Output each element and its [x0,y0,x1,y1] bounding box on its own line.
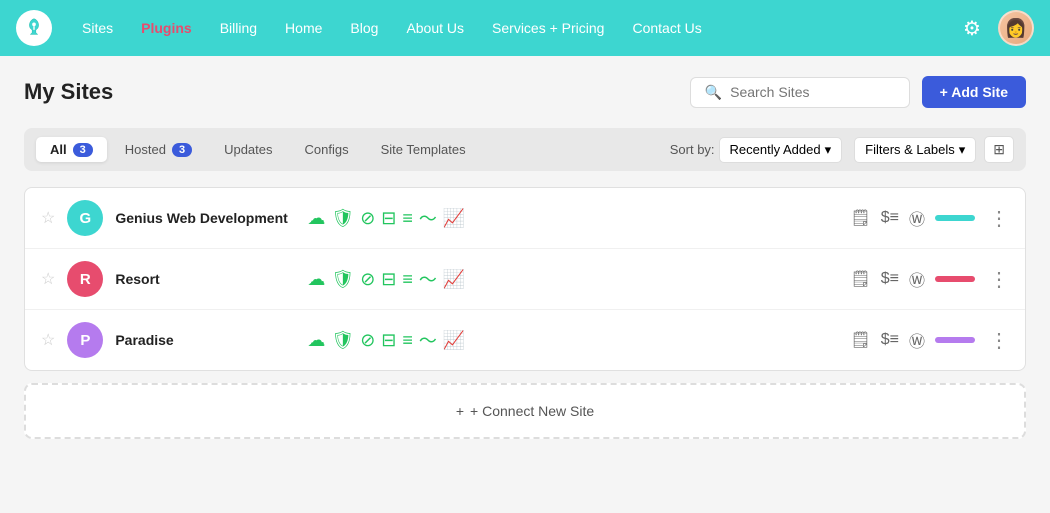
bolt-icon[interactable]: ⊘ [360,269,375,290]
star-icon[interactable]: ☆ [41,330,55,350]
avatar: G [67,200,103,236]
all-count-badge: 3 [73,143,93,157]
nav-item-services[interactable]: Services + Pricing [478,14,618,42]
site-status-icons: ☁ 🛡 ⊘ ⊟ ≡ 〜 📈 [307,327,838,353]
header-row: My Sites 🔍 + Add Site [24,76,1026,108]
label-color-bar[interactable] [935,215,975,221]
connect-new-site-button[interactable]: + + Connect New Site [24,383,1026,439]
chevron-down-icon: ▾ [825,142,832,158]
site-actions: 🗒 $≡ Ⓦ ⋮ [850,206,1009,231]
header-actions: 🔍 + Add Site [690,76,1026,108]
table-row: ☆ P Paradise ☁ 🛡 ⊘ ⊟ ≡ 〜 📈 🗒 $≡ Ⓦ ⋮ [25,310,1025,370]
table-row: ☆ G Genius Web Development ☁ 🛡 ⊘ ⊟ ≡ 〜 📈… [25,188,1025,249]
avatar[interactable]: 👩 [998,10,1034,46]
file-icon[interactable]: 🗒 [850,269,870,289]
nav-item-blog[interactable]: Blog [336,14,392,42]
wordpress-icon[interactable]: Ⓦ [909,328,925,352]
chart-icon[interactable]: 📈 [443,330,465,351]
sites-list: ☆ G Genius Web Development ☁ 🛡 ⊘ ⊟ ≡ 〜 📈… [24,187,1026,371]
stack-icon[interactable]: ⊟ [381,208,396,229]
activity-icon[interactable]: 〜 [419,327,437,353]
stack-icon[interactable]: ⊟ [381,330,396,351]
add-site-button[interactable]: + Add Site [922,76,1026,108]
shield-icon[interactable]: 🛡 [331,208,354,229]
cloud-icon[interactable]: ☁ [307,330,325,351]
navbar: Sites Plugins Billing Home Blog About Us… [0,0,1050,56]
file-icon[interactable]: 🗒 [850,330,870,350]
avatar: R [67,261,103,297]
nav-right: ⚙ 👩 [956,10,1034,46]
site-status-icons: ☁ 🛡 ⊘ ⊟ ≡ 〜 📈 [307,205,838,231]
label-color-bar[interactable] [935,276,975,282]
main-content: My Sites 🔍 + Add Site All 3 Hosted 3 Upd… [0,56,1050,513]
lines-icon[interactable]: ≡ [402,330,413,351]
filter-row: All 3 Hosted 3 Updates Configs Site Temp… [24,128,1026,171]
chart-icon[interactable]: 📈 [443,208,465,229]
site-name[interactable]: Genius Web Development [115,210,295,226]
cloud-icon[interactable]: ☁ [307,269,325,290]
chevron-down-icon: ▾ [959,142,966,158]
bolt-icon[interactable]: ⊘ [360,208,375,229]
activity-icon[interactable]: 〜 [419,266,437,292]
table-row: ☆ R Resort ☁ 🛡 ⊘ ⊟ ≡ 〜 📈 🗒 $≡ Ⓦ ⋮ [25,249,1025,310]
nav-links: Sites Plugins Billing Home Blog About Us… [68,14,952,42]
filters-labels-button[interactable]: Filters & Labels ▾ [854,137,976,163]
sort-label: Sort by: [670,142,715,157]
plus-icon: + [456,403,464,419]
chart-icon[interactable]: 📈 [443,269,465,290]
nav-item-home[interactable]: Home [271,14,336,42]
label-color-bar[interactable] [935,337,975,343]
nav-item-sites[interactable]: Sites [68,14,127,42]
lines-icon[interactable]: ≡ [402,208,413,229]
avatar: P [67,322,103,358]
nav-item-billing[interactable]: Billing [206,14,271,42]
site-actions: 🗒 $≡ Ⓦ ⋮ [850,267,1009,292]
filter-tab-configs[interactable]: Configs [291,137,363,162]
site-status-icons: ☁ 🛡 ⊘ ⊟ ≡ 〜 📈 [307,266,838,292]
site-name[interactable]: Paradise [115,332,295,348]
sort-dropdown[interactable]: Recently Added ▾ [719,137,843,163]
billing-icon[interactable]: $≡ [881,209,899,227]
settings-icon[interactable]: ⚙ [956,12,988,44]
page-title: My Sites [24,79,113,105]
activity-icon[interactable]: 〜 [419,205,437,231]
site-actions: 🗒 $≡ Ⓦ ⋮ [850,328,1009,353]
more-options-icon[interactable]: ⋮ [989,328,1009,353]
star-icon[interactable]: ☆ [41,208,55,228]
hosted-count-badge: 3 [172,143,192,157]
nav-item-contact[interactable]: Contact Us [618,14,715,42]
cloud-icon[interactable]: ☁ [307,208,325,229]
search-input[interactable] [730,84,895,100]
wordpress-icon[interactable]: Ⓦ [909,206,925,230]
grid-view-button[interactable]: ⊞ [984,136,1014,163]
stack-icon[interactable]: ⊟ [381,269,396,290]
file-icon[interactable]: 🗒 [850,208,870,228]
nav-item-plugins[interactable]: Plugins [127,14,206,42]
wordpress-icon[interactable]: Ⓦ [909,267,925,291]
star-icon[interactable]: ☆ [41,269,55,289]
grid-icon: ⊞ [993,141,1005,158]
lines-icon[interactable]: ≡ [402,269,413,290]
shield-icon[interactable]: 🛡 [331,330,354,351]
shield-icon[interactable]: 🛡 [331,269,354,290]
nav-item-about[interactable]: About Us [392,14,478,42]
logo[interactable] [16,10,52,46]
filter-tab-all[interactable]: All 3 [36,137,107,162]
search-box[interactable]: 🔍 [690,77,910,108]
billing-icon[interactable]: $≡ [881,270,899,288]
billing-icon[interactable]: $≡ [881,331,899,349]
bolt-icon[interactable]: ⊘ [360,330,375,351]
filter-tab-templates[interactable]: Site Templates [367,137,480,162]
more-options-icon[interactable]: ⋮ [989,267,1009,292]
more-options-icon[interactable]: ⋮ [989,206,1009,231]
filter-tab-updates[interactable]: Updates [210,137,286,162]
filter-tab-hosted[interactable]: Hosted 3 [111,137,206,162]
site-name[interactable]: Resort [115,271,295,287]
search-icon: 🔍 [705,84,722,101]
